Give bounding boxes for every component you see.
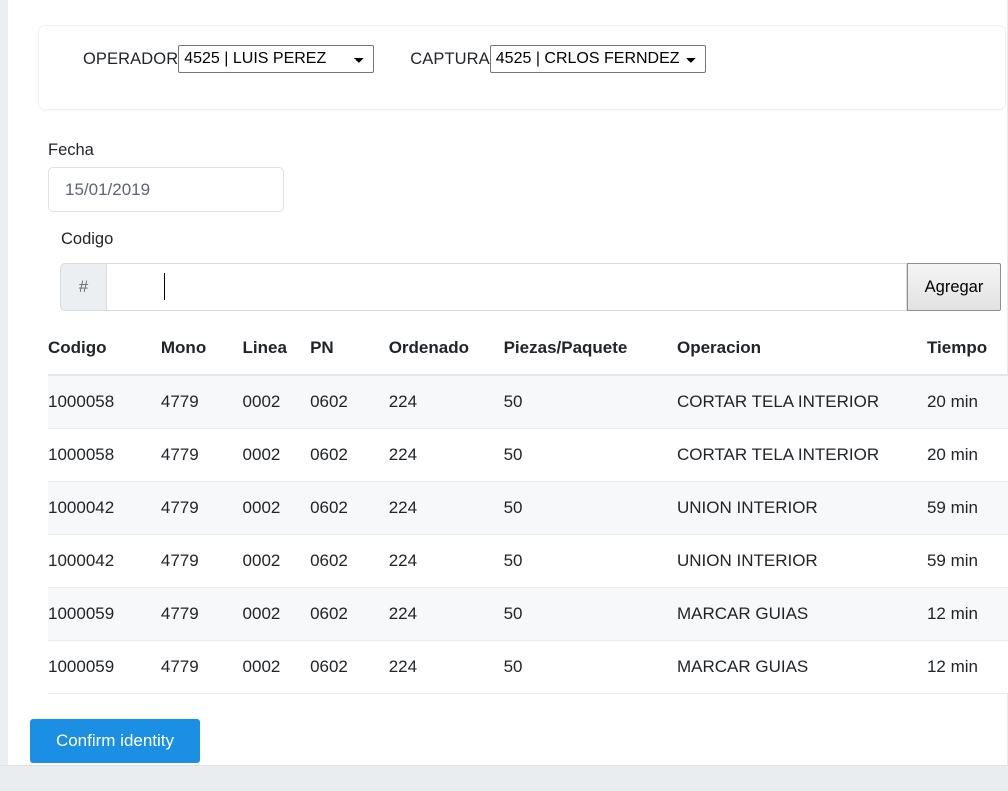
table-cell-tiempo: 20 min [926, 428, 1008, 482]
table-cell-piezas-paquete: 50 [503, 640, 677, 694]
column-header-piezas: Piezas/Paquete [503, 330, 677, 376]
table-cell-linea: 0002 [242, 640, 311, 694]
hash-icon: # [60, 263, 106, 311]
column-header-mono: Mono [160, 330, 243, 376]
table-row: 1000059 4779 0002 0602 224 50 MARCAR GUIAS 12 m… [48, 587, 1008, 641]
table-header-row: Codigo Mono Linea PN Ordenado Piezas/Paq… [48, 330, 1008, 376]
page-body: OPERADOR 4525 | LUIS PEREZ CAPTURA 4525 … [8, 0, 1008, 765]
column-header-ordenado: Ordenado [388, 330, 504, 376]
table-cell-mono: 4779 [160, 640, 243, 694]
table-cell-pn: 0602 [310, 534, 389, 588]
table-cell-codigo: 1000058 [48, 428, 161, 482]
table-cell-operacion: UNION INTERIOR [676, 481, 927, 535]
table-body: 1000058 4779 0002 0602 224 50 CORTAR TELA INTE… [48, 375, 1008, 694]
table-cell-tiempo: 12 min [926, 587, 1008, 641]
table-row: 1000058 4779 0002 0602 224 50 CORTAR TELA INTE… [48, 428, 1008, 482]
column-header-codigo: Codigo [48, 330, 161, 376]
codigo-input[interactable] [106, 263, 907, 311]
table-cell-linea: 0002 [242, 428, 311, 482]
table-cell-operacion: CORTAR TELA INTERIOR [676, 428, 927, 482]
column-header-pn: PN [310, 330, 389, 376]
app-root: OPERADOR 4525 | LUIS PEREZ CAPTURA 4525 … [0, 0, 1008, 791]
table-cell-codigo: 1000042 [48, 481, 161, 535]
table-cell-piezas-paquete: 50 [503, 375, 677, 429]
table-cell-operacion: UNION INTERIOR [676, 534, 927, 588]
table-cell-codigo: 1000058 [48, 375, 161, 429]
table-cell-ordenado: 224 [388, 587, 504, 641]
agregar-button[interactable]: Agregar [907, 263, 1001, 311]
table-cell-operacion: MARCAR GUIAS [676, 587, 927, 641]
operations-table: Codigo Mono Linea PN Ordenado Piezas/Paq… [48, 330, 1008, 694]
captura-label: CAPTURA [410, 49, 490, 68]
table-cell-pn: 0602 [310, 375, 389, 429]
operator-label: OPERADOR [83, 49, 179, 68]
table-cell-mono: 4779 [160, 375, 243, 429]
table-row: 1000042 4779 0002 0602 224 50 UNION INTERIOR 59… [48, 481, 1008, 535]
table-row: 1000059 4779 0002 0602 224 50 MARCAR GUIAS 12 m… [48, 640, 1008, 694]
table-cell-pn: 0602 [310, 587, 389, 641]
column-header-linea: Linea [242, 330, 311, 376]
captura-select[interactable]: 4525 | CRLOS FERNDEZ [489, 45, 706, 73]
table-cell-pn: 0602 [310, 428, 389, 482]
table-cell-ordenado: 224 [388, 534, 504, 588]
table-cell-codigo: 1000059 [48, 640, 161, 694]
column-header-operacion: Operacion [676, 330, 927, 376]
captura-field-group: CAPTURA 4525 | CRLOS FERNDEZ [410, 45, 706, 73]
operator-select-row: OPERADOR 4525 | LUIS PEREZ CAPTURA 4525 … [39, 45, 1005, 73]
table-cell-tiempo: 20 min [926, 375, 1008, 429]
table-row: 1000058 4779 0002 0602 224 50 CORTAR TELA INTE… [48, 375, 1008, 429]
codigo-input-wrap [106, 263, 907, 311]
table-cell-ordenado: 224 [388, 640, 504, 694]
operator-field-group: OPERADOR 4525 | LUIS PEREZ [83, 45, 375, 73]
table-cell-linea: 0002 [242, 375, 311, 429]
footer-band [0, 765, 1008, 791]
column-header-tiempo: Tiempo [926, 330, 1008, 376]
table-cell-ordenado: 224 [388, 428, 504, 482]
table-cell-mono: 4779 [160, 481, 243, 535]
operator-select[interactable]: 4525 | LUIS PEREZ [178, 45, 375, 73]
table-cell-mono: 4779 [160, 534, 243, 588]
table-cell-linea: 0002 [242, 481, 311, 535]
table-cell-mono: 4779 [160, 587, 243, 641]
codigo-label: Codigo [61, 230, 114, 248]
table-row: 1000042 4779 0002 0602 224 50 UNION INTERIOR 59… [48, 534, 1008, 588]
table-cell-tiempo: 12 min [926, 640, 1008, 694]
table-cell-pn: 0602 [310, 640, 389, 694]
table-cell-piezas-paquete: 50 [503, 428, 677, 482]
table-cell-ordenado: 224 [388, 375, 504, 429]
table-cell-operacion: MARCAR GUIAS [676, 640, 927, 694]
left-gutter [0, 0, 8, 765]
fecha-label: Fecha [48, 141, 94, 159]
table-cell-piezas-paquete: 50 [503, 481, 677, 535]
table-cell-pn: 0602 [310, 481, 389, 535]
table-cell-codigo: 1000042 [48, 534, 161, 588]
confirm-identity-button[interactable]: Confirm identity [30, 719, 200, 763]
table-cell-linea: 0002 [242, 587, 311, 641]
table-cell-piezas-paquete: 50 [503, 534, 677, 588]
operator-card: OPERADOR 4525 | LUIS PEREZ CAPTURA 4525 … [38, 25, 1006, 110]
table-head: Codigo Mono Linea PN Ordenado Piezas/Paq… [48, 330, 1008, 376]
table-cell-piezas-paquete: 50 [503, 587, 677, 641]
table-cell-mono: 4779 [160, 428, 243, 482]
table-cell-tiempo: 59 min [926, 481, 1008, 535]
table-cell-operacion: CORTAR TELA INTERIOR [676, 375, 927, 429]
text-caret [164, 273, 165, 300]
table-cell-ordenado: 224 [388, 481, 504, 535]
table-cell-tiempo: 59 min [926, 534, 1008, 588]
fecha-input[interactable] [48, 167, 284, 212]
table-cell-linea: 0002 [242, 534, 311, 588]
codigo-input-group: # Agregar [60, 263, 1001, 311]
table-cell-codigo: 1000059 [48, 587, 161, 641]
